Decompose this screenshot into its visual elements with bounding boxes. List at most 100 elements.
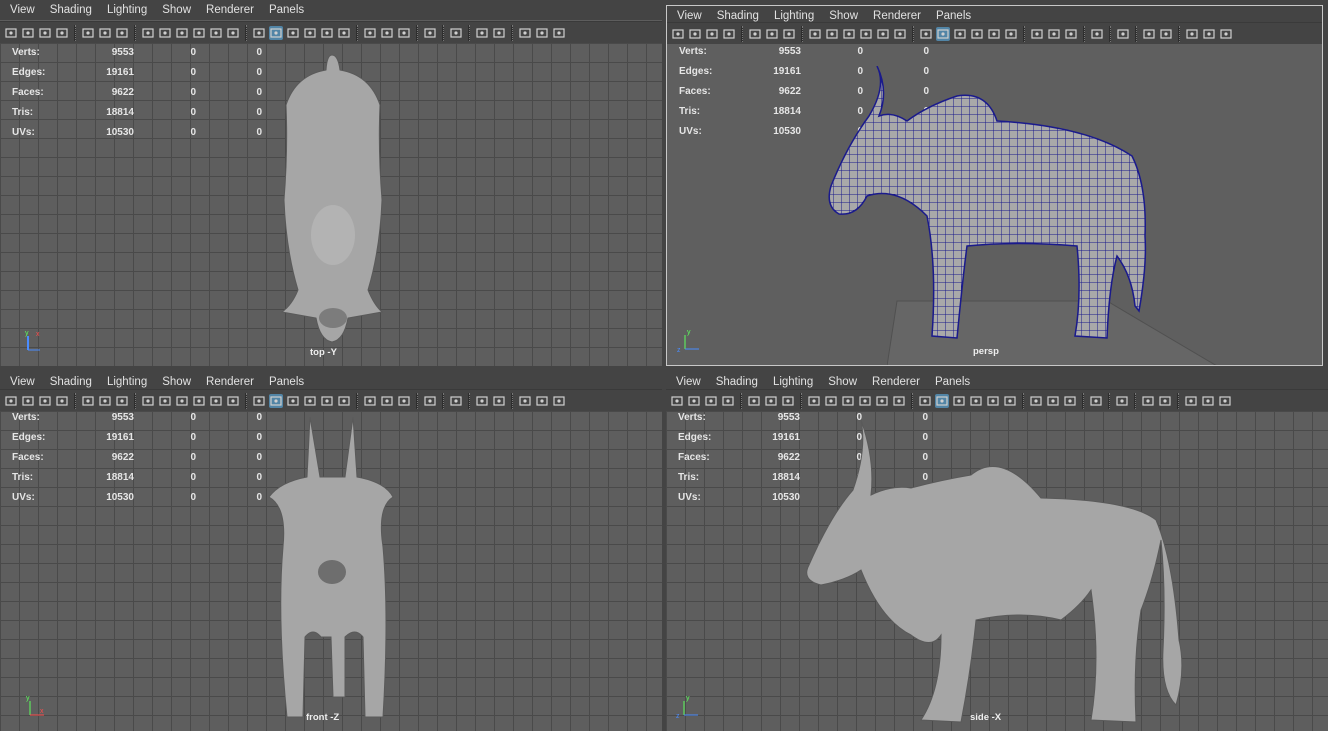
grease-pencil-icon[interactable] <box>449 26 463 40</box>
textured-icon[interactable] <box>953 27 967 41</box>
wireframe-icon[interactable] <box>919 27 933 41</box>
gate-mask-icon[interactable] <box>858 394 872 408</box>
xray-icon[interactable] <box>1029 394 1043 408</box>
field-chart-icon[interactable] <box>876 27 890 41</box>
grid-toggle-icon[interactable] <box>141 26 155 40</box>
grease-pencil-icon[interactable] <box>1115 394 1129 408</box>
film-gate-icon[interactable] <box>825 27 839 41</box>
isolate-icon[interactable] <box>1090 27 1104 41</box>
gate-mask-icon[interactable] <box>859 27 873 41</box>
bull-model-side[interactable] <box>801 420 1191 728</box>
bull-model-wireframe[interactable] <box>817 66 1157 346</box>
render-icon[interactable] <box>492 26 506 40</box>
field-chart-icon[interactable] <box>209 394 223 408</box>
camera-icon[interactable] <box>4 394 18 408</box>
menu-show[interactable]: Show <box>162 376 191 388</box>
isolate-icon[interactable] <box>423 26 437 40</box>
camera-icon[interactable] <box>670 394 684 408</box>
film-gate-icon[interactable] <box>824 394 838 408</box>
backface-icon[interactable] <box>1064 27 1078 41</box>
bookmark-icon[interactable] <box>38 26 52 40</box>
shaded-icon[interactable] <box>935 394 949 408</box>
render-icon[interactable] <box>1158 394 1172 408</box>
wireframe-icon[interactable] <box>252 26 266 40</box>
xray-joints-icon[interactable] <box>1047 27 1061 41</box>
film-icon[interactable] <box>687 394 701 408</box>
safe-action-icon[interactable] <box>893 27 907 41</box>
xray-joints-icon[interactable] <box>380 394 394 408</box>
grease-pencil-icon[interactable] <box>449 394 463 408</box>
menu-show[interactable]: Show <box>829 10 858 22</box>
resolution-gate-icon[interactable] <box>175 394 189 408</box>
expand-icon[interactable] <box>552 26 566 40</box>
select-icon[interactable] <box>81 26 95 40</box>
film-icon[interactable] <box>21 26 35 40</box>
camera-attr-icon[interactable] <box>722 27 736 41</box>
gate-mask-icon[interactable] <box>192 394 206 408</box>
wireframe-icon[interactable] <box>252 394 266 408</box>
menu-lighting[interactable]: Lighting <box>774 10 814 22</box>
bull-model-front[interactable] <box>265 417 400 727</box>
panels-icon[interactable] <box>535 26 549 40</box>
lighting-icon[interactable] <box>986 394 1000 408</box>
menu-renderer[interactable]: Renderer <box>206 4 254 16</box>
isolate-icon[interactable] <box>423 394 437 408</box>
viewport-panel-front[interactable]: View Shading Lighting Show Renderer Pane… <box>0 372 662 731</box>
xray-icon[interactable] <box>1030 27 1044 41</box>
camera-lock-icon[interactable] <box>1185 27 1199 41</box>
camera-attr-icon[interactable] <box>55 394 69 408</box>
snapshot-icon[interactable] <box>1142 27 1156 41</box>
field-chart-icon[interactable] <box>209 26 223 40</box>
xray-joints-icon[interactable] <box>380 26 394 40</box>
menu-shading[interactable]: Shading <box>50 4 92 16</box>
camera-attr-icon[interactable] <box>721 394 735 408</box>
move-icon[interactable] <box>98 394 112 408</box>
camera-icon[interactable] <box>671 27 685 41</box>
menu-panels[interactable]: Panels <box>936 10 971 22</box>
select-icon[interactable] <box>748 27 762 41</box>
move-icon[interactable] <box>765 27 779 41</box>
backface-icon[interactable] <box>397 394 411 408</box>
render-icon[interactable] <box>492 394 506 408</box>
expand-icon[interactable] <box>552 394 566 408</box>
bookmark-icon[interactable] <box>38 394 52 408</box>
menu-renderer[interactable]: Renderer <box>873 10 921 22</box>
lighting-icon[interactable] <box>320 394 334 408</box>
menu-show[interactable]: Show <box>828 376 857 388</box>
film-gate-icon[interactable] <box>158 26 172 40</box>
grease-pencil-icon[interactable] <box>1116 27 1130 41</box>
move-icon[interactable] <box>764 394 778 408</box>
bookmark-icon[interactable] <box>705 27 719 41</box>
resolution-gate-icon[interactable] <box>175 26 189 40</box>
textured-icon[interactable] <box>286 394 300 408</box>
lighting-icon[interactable] <box>320 26 334 40</box>
panels-icon[interactable] <box>1202 27 1216 41</box>
shadows-icon[interactable] <box>1004 27 1018 41</box>
panels-icon[interactable] <box>1201 394 1215 408</box>
paint-icon[interactable] <box>115 26 129 40</box>
film-icon[interactable] <box>688 27 702 41</box>
lighting-icon[interactable] <box>987 27 1001 41</box>
select-icon[interactable] <box>747 394 761 408</box>
shaded-icon[interactable] <box>269 394 283 408</box>
shadows-icon[interactable] <box>337 26 351 40</box>
safe-action-icon[interactable] <box>892 394 906 408</box>
xray-joints-icon[interactable] <box>1046 394 1060 408</box>
bull-model-top[interactable] <box>270 50 400 350</box>
paint-icon[interactable] <box>782 27 796 41</box>
snapshot-icon[interactable] <box>475 26 489 40</box>
menu-lighting[interactable]: Lighting <box>773 376 813 388</box>
wireframe-on-shaded-icon[interactable] <box>969 394 983 408</box>
render-icon[interactable] <box>1159 27 1173 41</box>
shaded-icon[interactable] <box>936 27 950 41</box>
shadows-icon[interactable] <box>1003 394 1017 408</box>
camera-icon[interactable] <box>4 26 18 40</box>
viewport-panel-side[interactable]: View Shading Lighting Show Renderer Pane… <box>666 372 1328 731</box>
menu-lighting[interactable]: Lighting <box>107 4 147 16</box>
xray-icon[interactable] <box>363 26 377 40</box>
safe-action-icon[interactable] <box>226 394 240 408</box>
expand-icon[interactable] <box>1218 394 1232 408</box>
select-icon[interactable] <box>81 394 95 408</box>
bookmark-icon[interactable] <box>704 394 718 408</box>
menu-shading[interactable]: Shading <box>717 10 759 22</box>
